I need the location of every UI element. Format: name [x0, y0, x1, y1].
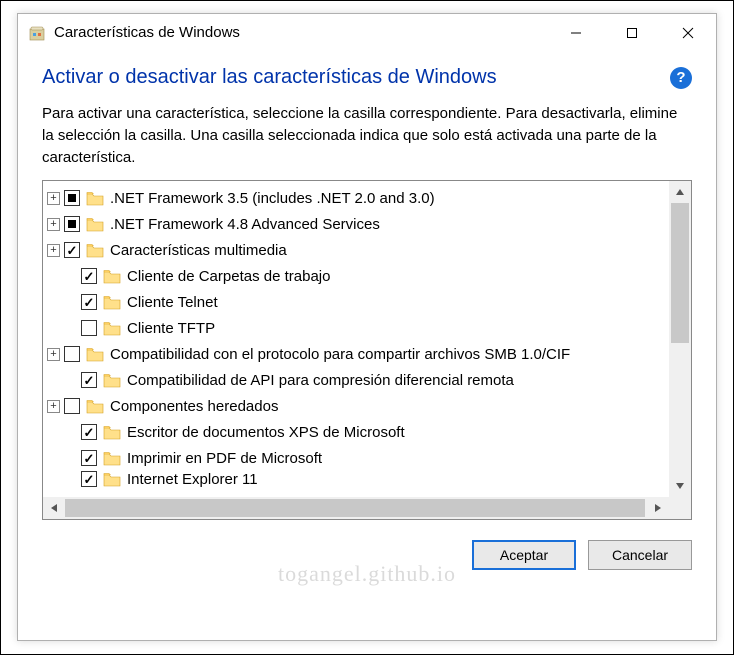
tree-row[interactable]: + Compatibilidad con el protocolo para co… — [47, 341, 669, 367]
tree-item-label: Compatibilidad con el protocolo para com… — [110, 346, 570, 363]
vertical-scroll-thumb[interactable] — [671, 203, 689, 343]
minimize-button[interactable] — [548, 14, 604, 51]
expand-toggle[interactable]: + — [47, 192, 60, 205]
window-controls — [548, 14, 716, 51]
folder-icon — [86, 243, 104, 258]
expand-toggle[interactable]: + — [47, 218, 60, 231]
expand-toggle[interactable]: + — [47, 348, 60, 361]
tree-row[interactable]: + .NET Framework 3.5 (includes .NET 2.0 a… — [47, 185, 669, 211]
folder-icon — [103, 472, 121, 487]
close-button[interactable] — [660, 14, 716, 51]
checkbox[interactable] — [81, 372, 97, 388]
tree-item-label: Imprimir en PDF de Microsoft — [127, 450, 322, 467]
scroll-down-arrow[interactable] — [669, 475, 691, 497]
expand-spacer — [47, 296, 60, 309]
folder-icon — [86, 217, 104, 232]
help-icon[interactable]: ? — [670, 67, 692, 89]
dialog-heading: Activar o desactivar las características… — [42, 66, 497, 89]
expand-spacer — [47, 270, 60, 283]
folder-icon — [103, 425, 121, 440]
tree-row[interactable]: Escritor de documentos XPS de Microsoft — [47, 419, 669, 445]
tree-row[interactable]: + .NET Framework 4.8 Advanced Services — [47, 211, 669, 237]
expand-spacer — [47, 473, 60, 486]
expand-spacer — [47, 452, 60, 465]
scroll-up-arrow[interactable] — [669, 181, 691, 203]
dialog-buttons: Aceptar Cancelar — [18, 520, 716, 590]
checkbox[interactable] — [64, 398, 80, 414]
tree-item-label: Internet Explorer 11 — [127, 471, 258, 487]
tree-item-label: Componentes heredados — [110, 398, 278, 415]
tree-item-label: Cliente TFTP — [127, 320, 215, 337]
folder-icon — [86, 399, 104, 414]
tree-row[interactable]: + Características multimedia — [47, 237, 669, 263]
windows-features-dialog: Características de Windows Activar o des… — [17, 13, 717, 641]
checkbox[interactable] — [81, 294, 97, 310]
tree-item-label: Escritor de documentos XPS de Microsoft — [127, 424, 405, 441]
horizontal-scrollbar[interactable] — [43, 497, 669, 519]
tree-row[interactable]: Cliente TFTP — [47, 315, 669, 341]
tree-item-label: Cliente Telnet — [127, 294, 218, 311]
features-tree: + .NET Framework 3.5 (includes .NET 2.0 a… — [42, 180, 692, 520]
cancel-button[interactable]: Cancelar — [588, 540, 692, 570]
checkbox[interactable] — [81, 320, 97, 336]
ok-button[interactable]: Aceptar — [472, 540, 576, 570]
tree-row[interactable]: Cliente de Carpetas de trabajo — [47, 263, 669, 289]
checkbox[interactable] — [64, 190, 80, 206]
checkbox[interactable] — [81, 424, 97, 440]
maximize-button[interactable] — [604, 14, 660, 51]
tree-row[interactable]: + Componentes heredados — [47, 393, 669, 419]
folder-icon — [103, 321, 121, 336]
tree-item-label: Cliente de Carpetas de trabajo — [127, 268, 330, 285]
tree-row[interactable]: Internet Explorer 11 — [47, 471, 669, 487]
tree-row[interactable]: Imprimir en PDF de Microsoft — [47, 445, 669, 471]
expand-toggle[interactable]: + — [47, 400, 60, 413]
checkbox[interactable] — [81, 450, 97, 466]
expand-spacer — [47, 322, 60, 335]
tree-item-label: Características multimedia — [110, 242, 287, 259]
scrollbar-corner — [669, 497, 691, 519]
expand-spacer — [47, 374, 60, 387]
dialog-description: Para activar una característica, selecci… — [42, 103, 692, 168]
dialog-heading-row: Activar o desactivar las características… — [42, 66, 692, 89]
titlebar[interactable]: Características de Windows — [18, 14, 716, 52]
folder-icon — [103, 373, 121, 388]
tree-row[interactable]: Compatibilidad de API para compresión di… — [47, 367, 669, 393]
tree-row[interactable]: Cliente Telnet — [47, 289, 669, 315]
checkbox[interactable] — [64, 216, 80, 232]
folder-icon — [86, 347, 104, 362]
folder-icon — [103, 295, 121, 310]
scroll-right-arrow[interactable] — [647, 497, 669, 519]
checkbox[interactable] — [81, 471, 97, 487]
folder-icon — [86, 191, 104, 206]
folder-icon — [103, 451, 121, 466]
expand-toggle[interactable]: + — [47, 244, 60, 257]
folder-icon — [103, 269, 121, 284]
tree-item-label: .NET Framework 4.8 Advanced Services — [110, 216, 380, 233]
checkbox[interactable] — [64, 242, 80, 258]
checkbox[interactable] — [64, 346, 80, 362]
expand-spacer — [47, 426, 60, 439]
checkbox[interactable] — [81, 268, 97, 284]
window-title: Características de Windows — [54, 24, 548, 41]
horizontal-scroll-thumb[interactable] — [65, 499, 645, 517]
scroll-left-arrow[interactable] — [43, 497, 65, 519]
tree-item-label: .NET Framework 3.5 (includes .NET 2.0 an… — [110, 190, 435, 207]
app-icon — [28, 24, 46, 42]
vertical-scrollbar[interactable] — [669, 181, 691, 497]
tree-item-label: Compatibilidad de API para compresión di… — [127, 372, 514, 389]
